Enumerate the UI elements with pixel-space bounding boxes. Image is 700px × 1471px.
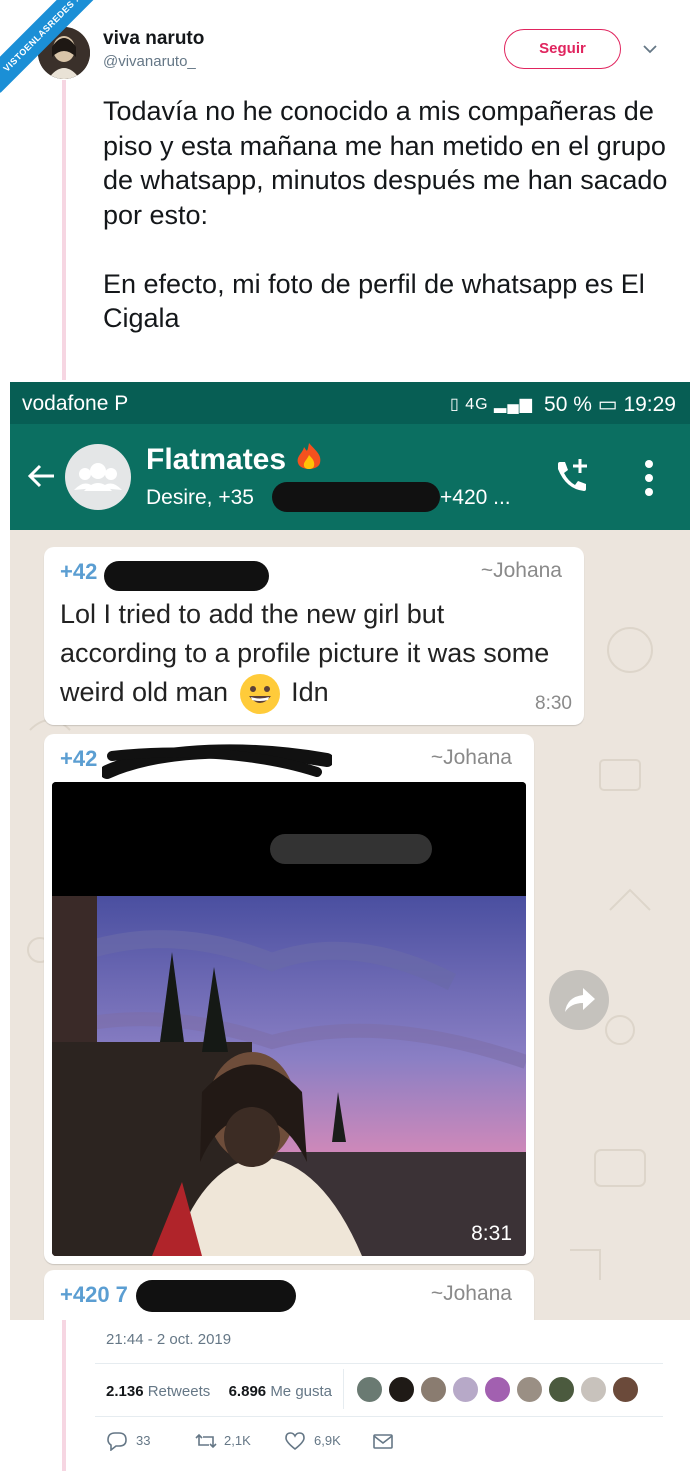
- likes-label[interactable]: Me gusta: [270, 1383, 332, 1400]
- chat-title[interactable]: Flatmates: [146, 441, 324, 477]
- forward-button[interactable]: [549, 970, 609, 1030]
- avatar[interactable]: [516, 1376, 543, 1403]
- back-arrow-icon[interactable]: [24, 458, 60, 494]
- group-avatar-icon[interactable]: [65, 444, 131, 510]
- image-attachment[interactable]: 8:31: [52, 782, 526, 1256]
- divider: [95, 1416, 663, 1417]
- reply-count: 33: [136, 1433, 151, 1448]
- chevron-down-icon[interactable]: [641, 40, 659, 58]
- reply-icon: [107, 1432, 127, 1451]
- follow-button[interactable]: Seguir: [504, 29, 621, 69]
- user-name[interactable]: viva naruto: [103, 28, 204, 50]
- status-bar: vodafone P ▯ 4G ▂▄▆ 50 % ▭ 19:29: [10, 382, 690, 424]
- participants-end: +420 ...: [440, 486, 511, 509]
- likes-count[interactable]: 6.896: [229, 1383, 267, 1400]
- tweet-card: VISTOENLASREDES .com viva naruto @vivana…: [0, 0, 700, 1471]
- status-right: 50 % ▭ 19:29: [544, 393, 676, 416]
- profile-photo-screenshot: [52, 782, 526, 1256]
- redaction-scribble: [102, 744, 332, 779]
- participants-start: Desire, +35: [146, 486, 254, 509]
- avatar[interactable]: [420, 1376, 447, 1403]
- heart-icon: [285, 1432, 305, 1451]
- forward-icon: [565, 988, 595, 1012]
- carrier-name: vodafone P: [22, 392, 129, 415]
- message-text-part: Idn: [291, 677, 329, 707]
- chat-participants: Desire, +35: [146, 486, 254, 510]
- tweet-text: Todavía no he conocido a mis compañeras …: [103, 96, 668, 333]
- battery-level: 50 %: [544, 393, 592, 416]
- message-bubble[interactable]: +42 ~Johana Lol I tried to add the new g…: [44, 547, 584, 725]
- chat-title-text: Flatmates: [146, 443, 287, 476]
- add-call-icon[interactable]: [550, 454, 594, 498]
- user-handle[interactable]: @vivanaruto_: [103, 53, 196, 70]
- avatar[interactable]: [484, 1376, 511, 1403]
- message-alias: ~Johana: [430, 1282, 512, 1305]
- retweet-count: 2,1K: [224, 1433, 251, 1448]
- avatar[interactable]: [580, 1376, 607, 1403]
- avatar[interactable]: [612, 1376, 639, 1403]
- fire-emoji-icon: [298, 443, 321, 469]
- grinning-emoji-icon: [239, 673, 280, 714]
- message-alias: ~Johana: [430, 746, 512, 769]
- divider: [95, 1363, 663, 1364]
- message-bubble[interactable]: +42 ~Johana 8:31: [44, 734, 534, 1264]
- redaction: [136, 1280, 296, 1312]
- retweet-icon: [195, 1433, 217, 1449]
- avatar[interactable]: [548, 1376, 575, 1403]
- message-text: Lol I tried to add the new girl but acco…: [60, 595, 560, 714]
- clock: 19:29: [623, 393, 676, 416]
- like-count: 6,9K: [314, 1433, 341, 1448]
- signal-icons: ▯ 4G ▂▄▆: [450, 396, 533, 413]
- network-label: 4G: [465, 396, 489, 413]
- tweet-stats: 2.136 Retweets 6.896 Me gusta: [106, 1383, 332, 1400]
- message-sender: +42: [60, 746, 98, 771]
- message-time: 8:31: [471, 1222, 512, 1245]
- more-vert-icon[interactable]: [640, 456, 658, 500]
- chat-header: Flatmates Desire, +35 +420 ...: [10, 424, 690, 530]
- whatsapp-screenshot: vodafone P ▯ 4G ▂▄▆ 50 % ▭ 19:29 Flatmat…: [10, 382, 690, 1320]
- mail-icon: [373, 1434, 393, 1449]
- avatar[interactable]: [356, 1376, 383, 1403]
- thread-line: [62, 80, 66, 380]
- redaction: [104, 561, 269, 591]
- message-bubble[interactable]: +420 7 ~Johana: [44, 1270, 534, 1320]
- message-sender: +42: [60, 559, 98, 584]
- retweets-label[interactable]: Retweets: [148, 1383, 211, 1400]
- retweets-count[interactable]: 2.136: [106, 1383, 144, 1400]
- avatar[interactable]: [388, 1376, 415, 1403]
- message-sender: +420 7: [60, 1282, 128, 1307]
- tweet-timestamp[interactable]: 21:44 - 2 oct. 2019: [106, 1331, 231, 1348]
- divider: [343, 1369, 344, 1409]
- message-time: 8:30: [535, 693, 572, 714]
- thread-line: [62, 1320, 66, 1471]
- redaction: [272, 482, 440, 512]
- message-alias: ~Johana: [480, 559, 562, 582]
- avatar[interactable]: [452, 1376, 479, 1403]
